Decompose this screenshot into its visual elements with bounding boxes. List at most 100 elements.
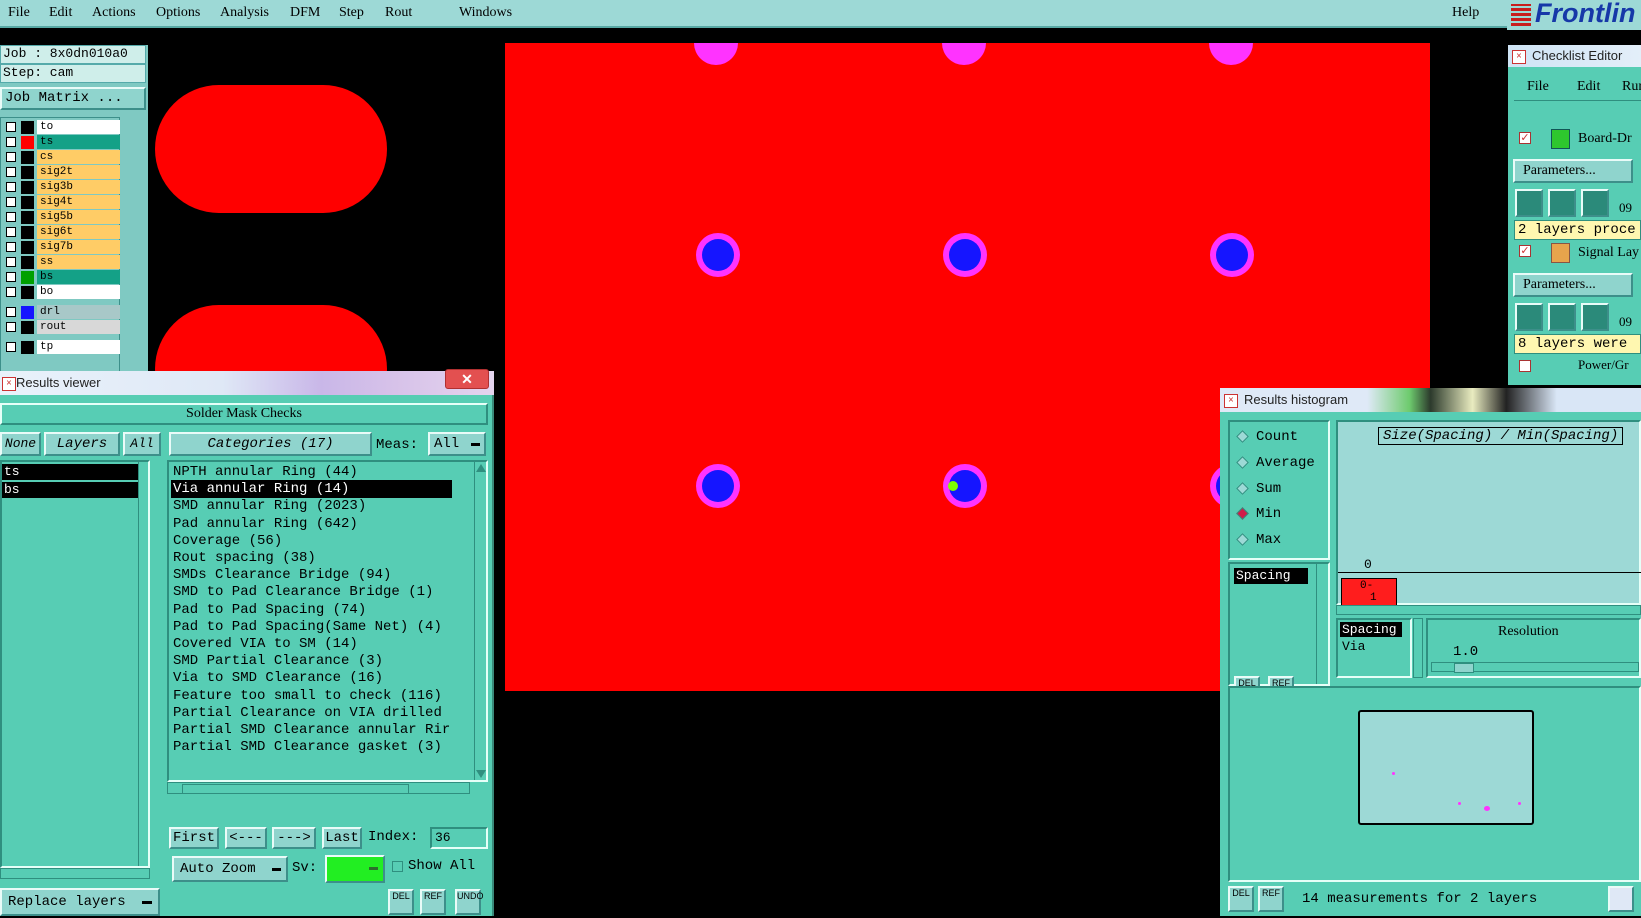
menu-windows[interactable]: Windows	[459, 5, 512, 21]
layers-button[interactable]: Layers	[44, 432, 120, 456]
measure-type-list[interactable]: Spacing Via	[1336, 618, 1412, 678]
layer-checkbox[interactable]	[6, 342, 16, 352]
layer-checkbox[interactable]	[6, 307, 16, 317]
measure-list[interactable]: Spacing	[1228, 562, 1330, 686]
layer-color-swatch[interactable]	[21, 151, 34, 164]
scroll-thumb[interactable]	[182, 784, 409, 794]
none-button[interactable]: None	[0, 432, 41, 456]
run-icon[interactable]	[1548, 303, 1576, 331]
scroll-down-icon[interactable]	[476, 770, 486, 778]
layer-name[interactable]: ss	[37, 255, 120, 269]
ref-button[interactable]: REF	[420, 889, 446, 915]
run-icon[interactable]	[1581, 303, 1609, 331]
run-icon[interactable]	[1581, 189, 1609, 217]
layer-checkbox[interactable]	[6, 227, 16, 237]
layer-checkbox[interactable]	[6, 322, 16, 332]
next-button[interactable]: --->	[272, 827, 316, 849]
preview-ref-button[interactable]: REF	[1258, 886, 1284, 912]
layer-name[interactable]: ts	[37, 135, 120, 149]
layer-checkbox[interactable]	[6, 137, 16, 147]
category-item[interactable]: Pad to Pad Spacing(Same Net) (4)	[171, 618, 452, 636]
auto-zoom-dropdown[interactable]: Auto Zoom	[172, 856, 288, 882]
category-item[interactable]: Partial Clearance on VIA drilled	[171, 704, 452, 722]
layer-row[interactable]: rout	[4, 320, 120, 335]
all-button[interactable]: All	[123, 432, 161, 456]
sv-color-dropdown[interactable]	[325, 855, 385, 883]
item1-name[interactable]: Board-Dr	[1578, 131, 1632, 147]
results-viewer-titlebar[interactable]: × Results viewer ✕	[0, 369, 494, 395]
run-icon[interactable]	[1515, 189, 1543, 217]
category-item[interactable]: Via to SMD Clearance (16)	[171, 669, 452, 687]
category-item[interactable]: SMD annular Ring (2023)	[171, 497, 452, 515]
layer-name[interactable]: rout	[37, 320, 120, 334]
layer-color-swatch[interactable]	[21, 136, 34, 149]
layer-name[interactable]: sig7b	[37, 240, 120, 254]
layers-hscrollbar[interactable]	[0, 868, 150, 879]
layer-checkbox[interactable]	[6, 272, 16, 282]
layer-row[interactable]: ss	[4, 255, 120, 270]
categories-hscrollbar[interactable]	[167, 782, 470, 794]
layer-color-swatch[interactable]	[21, 256, 34, 269]
radio-diamond-icon[interactable]	[1236, 455, 1249, 469]
del-button[interactable]: DEL	[388, 889, 414, 915]
layer-name[interactable]: tp	[37, 340, 120, 354]
layer-color-swatch[interactable]	[21, 271, 34, 284]
layer-color-swatch[interactable]	[21, 306, 34, 319]
layer-name[interactable]: to	[37, 120, 120, 134]
layer-color-swatch[interactable]	[21, 241, 34, 254]
layer-color-swatch[interactable]	[21, 196, 34, 209]
replace-layers-dropdown[interactable]: Replace layers	[0, 888, 160, 916]
menu-file[interactable]: File	[8, 5, 30, 21]
radio-diamond-icon[interactable]	[1236, 507, 1249, 521]
categories-list[interactable]: NPTH annular Ring (44) Via annular Ring (…	[167, 460, 488, 782]
layer-row[interactable]: bo	[4, 285, 120, 300]
layer-name[interactable]: sig2t	[37, 165, 120, 179]
menu-edit[interactable]: Edit	[49, 5, 72, 21]
slider-thumb[interactable]	[1454, 663, 1474, 673]
histogram-titlebar[interactable]: × Results histogram	[1220, 388, 1641, 412]
layer-checkbox[interactable]	[6, 287, 16, 297]
ce-menu-run[interactable]: Run	[1622, 79, 1641, 95]
close-button[interactable]: ✕	[445, 369, 489, 389]
layer-checkbox[interactable]	[6, 182, 16, 192]
layer-name[interactable]: sig3b	[37, 180, 120, 194]
layer-checkbox[interactable]	[6, 212, 16, 222]
layer-row[interactable]: sig5b	[4, 210, 120, 225]
histogram-bar[interactable]: 0- 1	[1341, 578, 1397, 606]
layer-name[interactable]: cs	[37, 150, 120, 164]
category-item[interactable]: Rout spacing (38)	[171, 549, 452, 567]
menu-options[interactable]: Options	[156, 5, 200, 21]
menu-dfm[interactable]: DFM	[290, 5, 320, 21]
category-item[interactable]: Feature too small to check (116)	[171, 687, 452, 705]
menu-rout[interactable]: Rout	[385, 5, 412, 21]
layer-color-swatch[interactable]	[21, 211, 34, 224]
menu-actions[interactable]: Actions	[92, 5, 136, 21]
category-item[interactable]: Covered VIA to SM (14)	[171, 635, 452, 653]
measure-scrollbar[interactable]	[1316, 564, 1328, 684]
category-item[interactable]: Partial SMD Clearance gasket (3)	[171, 738, 452, 756]
ce-menu-edit[interactable]: Edit	[1577, 79, 1600, 95]
scroll-up-icon[interactable]	[476, 464, 486, 472]
mode-radio-min[interactable]: Min	[1236, 505, 1324, 525]
index-input[interactable]: 36	[430, 827, 488, 849]
item3-checkbox[interactable]	[1519, 360, 1531, 372]
layer-row[interactable]: sig4t	[4, 195, 120, 210]
parameters-button[interactable]: Parameters...	[1513, 159, 1633, 183]
item2-checkbox[interactable]: ✓	[1519, 245, 1531, 257]
first-button[interactable]: First	[169, 827, 219, 849]
category-item[interactable]: Pad to Pad Spacing (74)	[171, 601, 452, 619]
mode-radio-sum[interactable]: Sum	[1236, 480, 1324, 500]
last-button[interactable]: Last	[322, 827, 362, 849]
category-item[interactable]: Pad annular Ring (642)	[171, 515, 452, 533]
measure-type-item[interactable]: Via	[1340, 639, 1365, 654]
menu-analysis[interactable]: Analysis	[220, 5, 269, 21]
categories-scrollbar[interactable]	[474, 462, 486, 780]
layers-list-item[interactable]: ts	[2, 464, 142, 480]
layer-name[interactable]: drl	[37, 305, 120, 319]
layer-color-swatch[interactable]	[21, 181, 34, 194]
resolution-slider[interactable]	[1431, 662, 1639, 673]
layer-checkbox[interactable]	[6, 257, 16, 267]
categories-button[interactable]: Categories (17)	[169, 432, 372, 456]
window-icon[interactable]	[1608, 886, 1634, 912]
undo-button[interactable]: UNDO	[455, 889, 484, 915]
